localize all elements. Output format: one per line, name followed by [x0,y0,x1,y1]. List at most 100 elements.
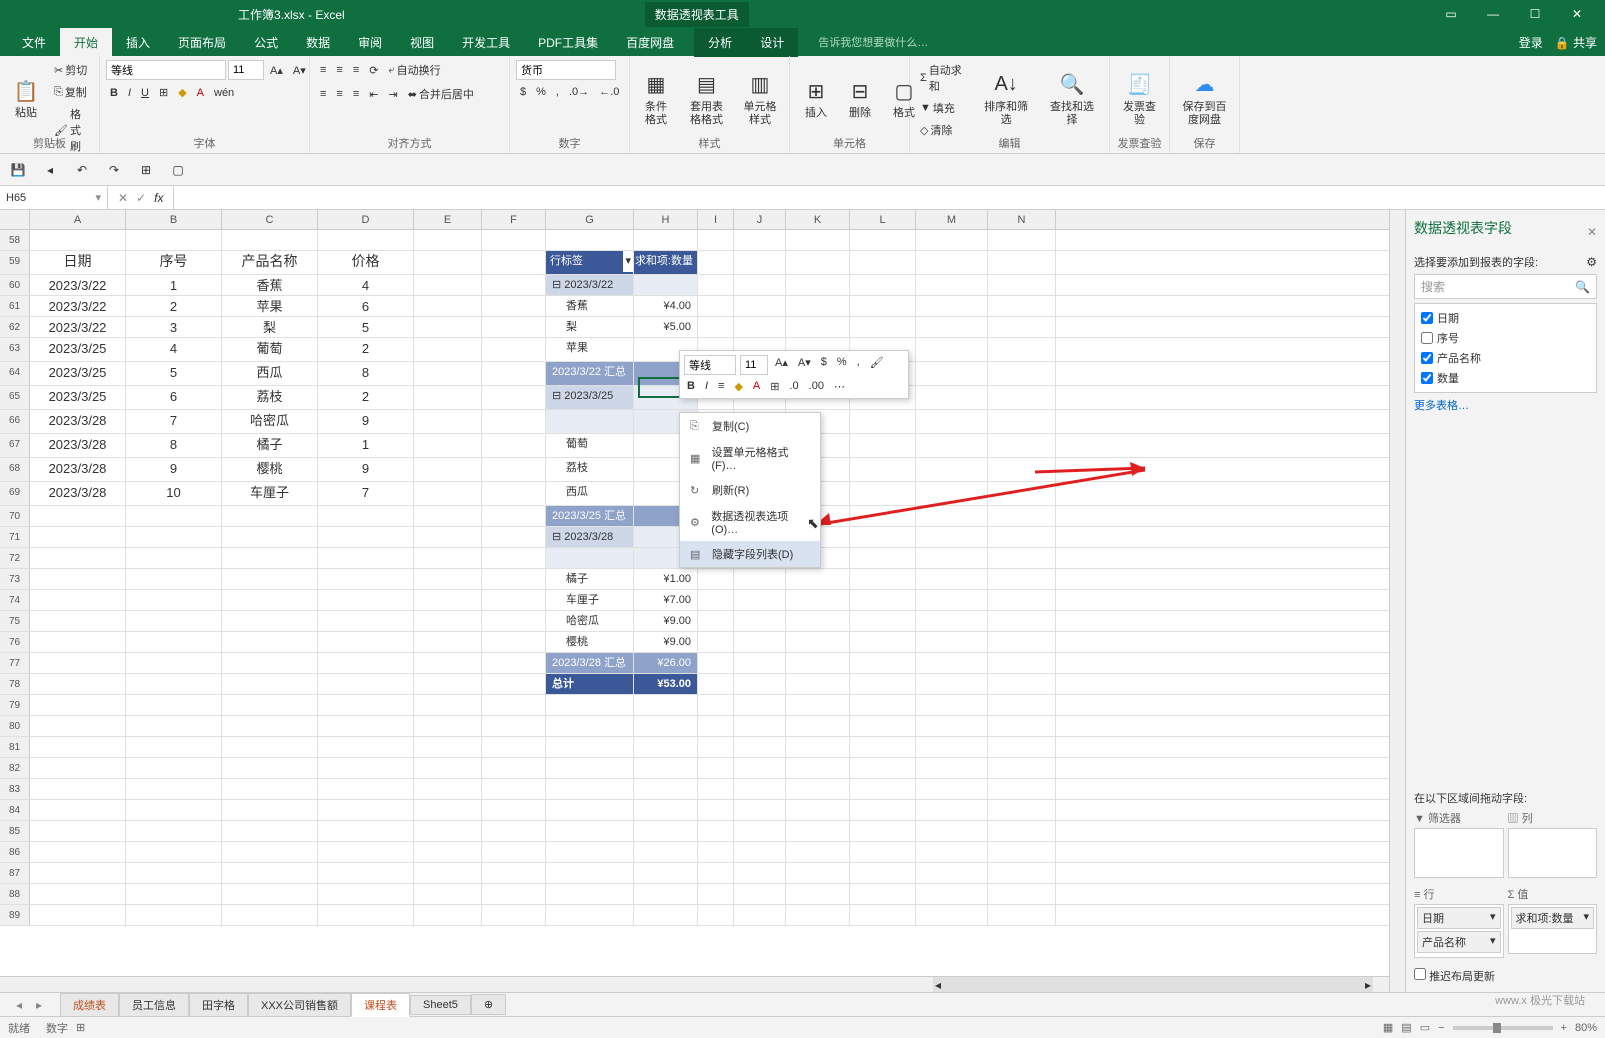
cell[interactable] [698,611,734,631]
col-header-D[interactable]: D [318,210,414,229]
context-menu-item[interactable]: ↻刷新(R) [680,477,820,503]
cell[interactable] [698,800,734,820]
cell[interactable]: 2023/3/22 [30,296,126,316]
ribbon-tab-10[interactable]: 百度网盘 [612,28,688,57]
cell[interactable] [916,632,988,652]
cell[interactable] [414,590,482,610]
cell[interactable] [318,800,414,820]
context-menu-item[interactable]: ▦设置单元格格式(F)… [680,439,820,477]
cell[interactable] [634,821,698,841]
cell[interactable] [546,800,634,820]
field-item[interactable]: 数量 [1419,368,1592,388]
new-sheet-button[interactable]: ⊕ [471,994,506,1015]
cell[interactable] [546,863,634,883]
cell[interactable] [988,611,1056,631]
invoice-check-button[interactable]: 🧾发票查验 [1116,60,1163,136]
cell[interactable] [850,632,916,652]
mini-bold-icon[interactable]: B [684,379,698,394]
cell[interactable] [482,338,546,361]
cell[interactable] [916,611,988,631]
cell[interactable] [786,821,850,841]
cell[interactable]: 3 [126,317,222,337]
cell[interactable] [126,905,222,925]
cell[interactable] [126,800,222,820]
cell[interactable]: 2023/3/28 [30,458,126,481]
cell[interactable] [734,716,786,736]
cell[interactable] [786,674,850,694]
cell[interactable] [734,779,786,799]
merge-center-button[interactable]: ⬌ 合并后居中 [404,84,478,104]
cell[interactable] [988,632,1056,652]
cell[interactable] [734,737,786,757]
cell[interactable] [30,737,126,757]
cell[interactable] [916,884,988,904]
row-header[interactable]: 68 [0,458,30,481]
cell[interactable] [988,506,1056,526]
cell[interactable] [634,275,698,295]
format-as-table-button[interactable]: ▤套用表格格式 [680,60,733,136]
filter-area[interactable] [1414,828,1504,878]
cell[interactable] [786,737,850,757]
mini-inc-icon[interactable]: .00 [806,379,827,394]
cell[interactable] [414,905,482,925]
cell[interactable] [786,779,850,799]
cell[interactable] [850,695,916,715]
find-select-button[interactable]: 🔍查找和选择 [1041,60,1103,136]
cell[interactable] [414,821,482,841]
cell[interactable] [482,674,546,694]
cell[interactable]: 2023/3/22 汇总 [546,362,634,385]
cell[interactable] [988,338,1056,361]
cell[interactable] [850,569,916,589]
cell[interactable] [916,458,988,481]
cell[interactable]: 9 [126,458,222,481]
row-header[interactable]: 73 [0,569,30,589]
cell[interactable] [916,863,988,883]
cell[interactable] [30,653,126,673]
cell[interactable] [698,275,734,295]
zoom-out-icon[interactable]: − [1438,1022,1444,1034]
cell[interactable]: 10 [126,482,222,505]
cell[interactable]: 8 [126,434,222,457]
cell[interactable]: 2023/3/28 [30,482,126,505]
cell[interactable] [318,821,414,841]
area-item[interactable]: 产品名称 ▾ [1417,931,1501,953]
cell[interactable]: 荔枝 [222,386,318,409]
ribbon-options-icon[interactable]: ▭ [1431,2,1471,26]
cell[interactable] [222,863,318,883]
cell[interactable]: ⊟ 2023/3/22 [546,275,634,295]
cell[interactable] [414,275,482,295]
cell[interactable]: 香蕉 [222,275,318,295]
cell[interactable] [988,230,1056,250]
row-header[interactable]: 77 [0,653,30,673]
cell[interactable]: 2023/3/22 [30,317,126,337]
cell[interactable] [850,863,916,883]
cell[interactable]: 2 [318,386,414,409]
cell[interactable] [414,434,482,457]
mini-decrease-font-icon[interactable]: A▾ [795,355,814,375]
mini-comma-icon[interactable]: , [854,355,863,375]
context-menu-item[interactable]: ⎘复制(C) [680,413,820,439]
cell[interactable] [850,410,916,433]
cell[interactable] [850,737,916,757]
wrap-text-button[interactable]: ⤶ 自动换行 [384,60,444,80]
cell[interactable] [698,230,734,250]
cell[interactable] [734,632,786,652]
cell[interactable] [698,758,734,778]
cell[interactable]: 5 [318,317,414,337]
cell[interactable] [850,434,916,457]
cell[interactable] [850,716,916,736]
cell[interactable]: 苹果 [546,338,634,361]
cell[interactable] [222,590,318,610]
cell[interactable] [850,905,916,925]
currency-icon[interactable]: $ [516,84,530,100]
sheet-tab[interactable]: 课程表 [351,993,410,1017]
cell[interactable] [698,842,734,862]
zoom-percent[interactable]: 80% [1575,1022,1597,1034]
ribbon-tab-0[interactable]: 文件 [8,28,60,57]
cell[interactable] [414,800,482,820]
cell[interactable] [482,548,546,568]
ribbon-tab-3[interactable]: 页面布局 [164,28,240,57]
fill-button[interactable]: ▼ 填充 [916,98,971,118]
cell[interactable] [734,590,786,610]
cell[interactable] [126,821,222,841]
